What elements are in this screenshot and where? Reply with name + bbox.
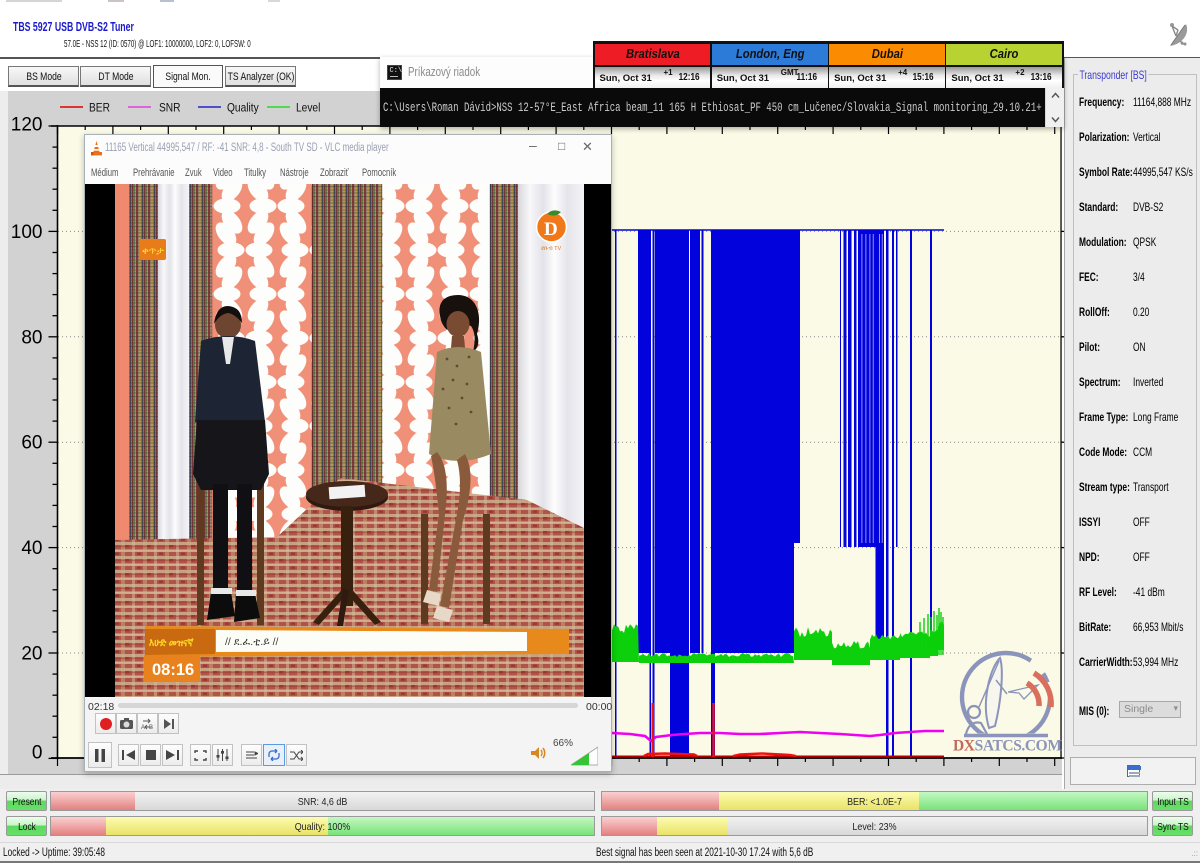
svg-text:08:16: 08:16: [152, 661, 194, 679]
svg-text:0: 0: [32, 743, 43, 764]
svg-text:80: 80: [21, 327, 42, 348]
svg-text:D: D: [544, 219, 558, 240]
svg-text:A: A: [141, 725, 145, 730]
svg-text:ቀጥታ: ቀጥታ: [142, 246, 164, 257]
svg-text:SNR: SNR: [159, 102, 181, 115]
svg-text:Quality: Quality: [227, 102, 259, 115]
svg-text:40: 40: [21, 538, 42, 559]
svg-text:Level: Level: [296, 102, 320, 115]
svg-text:እሁድ መዝናኛ: እሁድ መዝናኛ: [149, 637, 195, 649]
svg-text:100: 100: [11, 222, 43, 243]
svg-text:DXSATCS.COM: DXSATCS.COM: [953, 738, 1062, 755]
svg-text:ደቡብ TV: ደቡብ TV: [541, 246, 561, 252]
svg-text:60: 60: [21, 433, 42, 454]
svg-text:120: 120: [11, 115, 43, 136]
svg-text:// ደ.ፈ.ቲ.ይ //: // ደ.ፈ.ቲ.ይ //: [225, 636, 279, 648]
svg-text:BER: BER: [89, 102, 110, 115]
svg-text:B: B: [149, 725, 153, 730]
svg-text:20: 20: [21, 644, 42, 665]
